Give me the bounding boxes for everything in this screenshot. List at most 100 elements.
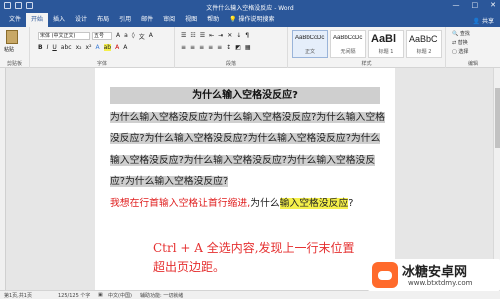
borders-icon[interactable]: ▦ [245,44,251,51]
style-heading-2-name: 标题 2 [416,49,432,55]
tab-help[interactable]: 帮助 [202,13,224,27]
align-center-icon[interactable]: ≡ [190,44,195,51]
subscript-icon[interactable]: x₂ [76,44,82,51]
tab-mailings[interactable]: 邮件 [136,13,158,27]
replace-button[interactable]: ⇄ 替换 [452,39,468,46]
scrollbar-thumb[interactable] [495,88,500,148]
increase-indent-icon[interactable]: ⇥ [218,32,223,39]
font-size-buttons: A a ◊ 文 A [116,32,153,41]
style-no-spacing-name: 无间隔 [340,49,356,55]
styles-group: AaBbCcDc 正文 AaBbCcDc 无间隔 AaBl 标题 1 AaBbC… [288,27,446,68]
ribbon-tabs: 文件 开始 插入 设计 布局 引用 邮件 审阅 视图 帮助 💡 操作说明搜索 👤… [0,13,500,27]
replace-label: 替换 [457,40,468,46]
document-note-line[interactable]: 我想在行首输入空格让首行缩进,为什么输入空格没反应? [110,193,385,214]
vertical-scrollbar[interactable] [493,68,500,290]
highlight-icon[interactable]: ab [103,44,112,51]
accessibility-status[interactable]: 辅助功能: 一切就绪 [140,292,183,299]
ribbon: 粘贴 剪贴板 宋体 (中文正文) 五号 A a ◊ 文 A B I U abc … [0,27,500,68]
page-count[interactable]: 第1页,共1页 [4,292,32,299]
align-right-icon[interactable]: ≡ [199,44,204,51]
shading-icon[interactable]: ◩ [235,44,241,51]
phonetic-icon[interactable]: 文 [139,32,145,41]
text-effects-icon[interactable]: A [96,44,100,51]
numbering-icon[interactable]: ☷ [190,32,195,39]
distribute-icon[interactable]: ≡ [217,44,222,51]
tab-review[interactable]: 审阅 [158,13,180,27]
red-text: 我想在行首输入空格让首行缩进, [110,198,251,209]
char-shading-icon[interactable]: A [123,44,127,51]
find-button[interactable]: 🔍 查找 [452,30,470,37]
tab-layout[interactable]: 布局 [92,13,114,27]
line-spacing-icon[interactable]: ↕ [226,44,231,51]
justify-icon[interactable]: ≡ [208,44,213,51]
window-controls: — □ ✕ [453,1,497,9]
style-heading-1[interactable]: AaBl 标题 1 [368,30,404,58]
language[interactable]: 中文(中国) [108,292,132,299]
style-normal-name: 正文 [304,49,315,55]
window-title: 文件什么输入空格没反应 - Word [206,5,294,12]
tab-references[interactable]: 引用 [114,13,136,27]
bold-icon[interactable]: B [38,44,43,51]
editing-group: 🔍 查找 ⇄ 替换 ▢ 选择 编辑 [446,27,500,68]
proofing-icon[interactable]: ▣ [98,292,103,298]
maximize-icon[interactable]: □ [472,1,479,9]
highlighted-text: 输入空格没反应 [279,198,349,209]
end-text: ? [348,198,354,209]
select-button[interactable]: ▢ 选择 [452,48,468,55]
share-button[interactable]: 👤 共享 [473,16,494,25]
shrink-font-icon[interactable]: a [124,32,128,41]
underline-icon[interactable]: U [52,44,56,51]
italic-icon[interactable]: I [47,44,49,51]
word-count[interactable]: 125/125 个字 [58,292,90,299]
find-label: 查找 [459,31,470,37]
normal-text: 为什么 [250,198,280,209]
clear-format-icon[interactable]: ◊ [132,32,135,41]
strikethrough-icon[interactable]: abc [61,44,72,51]
document-heading[interactable]: 为什么输入空格没反应? [110,87,380,104]
grow-font-icon[interactable]: A [116,32,120,41]
annotation-line-1: Ctrl + A 全选内容,发现上一行末位置 [153,241,355,255]
paste-label: 粘贴 [4,47,15,53]
font-name-select[interactable]: 宋体 (中文正文) [38,32,90,40]
document-paragraph[interactable]: 为什么输入空格没反应?为什么输入空格没反应?为什么输入空格没反应?为什么输入空格… [110,107,385,192]
watermark-url: www.btxtdmy.com [408,279,473,287]
font-format-row: B I U abc x₂ x² A ab A A [38,44,127,51]
paste-icon[interactable] [6,30,18,44]
watermark-name: 冰糖安卓网 [402,265,468,280]
show-marks-icon[interactable]: ¶ [245,32,249,39]
font-group-label: 字体 [96,61,107,67]
paragraph-group: ☰ ☷ ☰ ⇤ ⇥ ✕ ↓ ¶ ≡ ≡ ≡ ≡ ≡ ↕ ◩ ▦ 段落 [175,27,288,68]
title-bar: 文件什么输入空格没反应 - Word — □ ✕ [0,0,500,13]
style-normal[interactable]: AaBbCcDc 正文 [292,30,328,58]
status-bar: 第1页,共1页 125/125 个字 ▣ 中文(中国) 辅助功能: 一切就绪 [0,290,500,299]
close-icon[interactable]: ✕ [490,1,496,9]
multilevel-icon[interactable]: ☰ [200,32,205,39]
tell-me-search[interactable]: 💡 操作说明搜索 [224,13,279,27]
paragraph-row-2: ≡ ≡ ≡ ≡ ≡ ↕ ◩ ▦ [181,44,251,51]
decrease-indent-icon[interactable]: ⇤ [209,32,214,39]
tab-file[interactable]: 文件 [4,13,26,27]
watermark-android-icon [372,262,398,288]
watermark-logo: 冰糖安卓网 www.btxtdmy.com [368,259,500,291]
paragraph-row-1: ☰ ☷ ☰ ⇤ ⇥ ✕ ↓ ¶ [181,32,249,39]
char-border-icon[interactable]: A [149,32,153,41]
style-no-spacing[interactable]: AaBbCcDc 无间隔 [330,30,366,58]
tab-view[interactable]: 视图 [180,13,202,27]
sort-icon[interactable]: ↓ [236,32,241,39]
tab-home[interactable]: 开始 [26,13,49,27]
bullets-icon[interactable]: ☰ [181,32,186,39]
clipboard-group-label: 剪贴板 [6,61,22,67]
style-heading-2[interactable]: AaBbC 标题 2 [406,30,442,58]
chinese-layout-icon[interactable]: ✕ [227,32,232,39]
style-heading-1-sample: AaBl [371,33,397,45]
font-color-icon[interactable]: A [115,44,119,51]
superscript-icon[interactable]: x² [86,44,92,51]
tab-insert[interactable]: 插入 [48,13,70,27]
selected-paragraph-text: 为什么输入空格没反应?为什么输入空格没反应?为什么输入空格没反应?为什么输入空格… [110,112,385,187]
style-no-spacing-sample: AaBbCcDc [333,35,363,41]
tab-design[interactable]: 设计 [70,13,92,27]
minimize-icon[interactable]: — [453,1,460,9]
font-size-select[interactable]: 五号 [92,32,112,40]
align-left-icon[interactable]: ≡ [181,44,186,51]
styles-group-label: 样式 [361,61,372,67]
